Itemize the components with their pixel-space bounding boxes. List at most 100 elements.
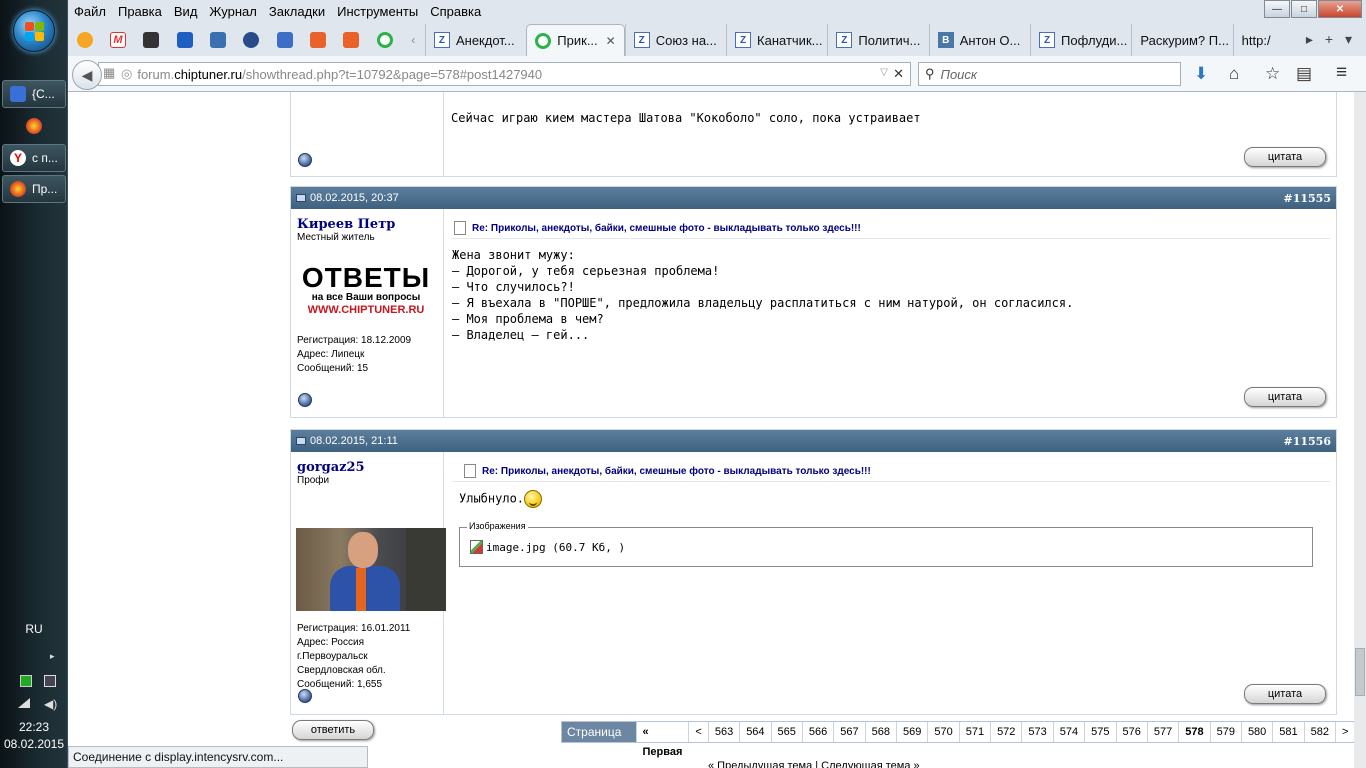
post-status-icon [296, 437, 306, 445]
post-number-link[interactable]: #11555 [1284, 192, 1332, 205]
minimize-button[interactable]: — [1264, 0, 1290, 18]
post-number-link[interactable]: #11556 [1284, 435, 1332, 448]
stop-icon[interactable]: ✕ [893, 66, 904, 82]
pinned-tab[interactable] [135, 24, 168, 56]
site-icon [310, 32, 327, 48]
page-link[interactable]: 572 [990, 722, 1021, 742]
scrollbar-thumb[interactable] [1355, 648, 1365, 696]
page-link[interactable]: 582 [1303, 722, 1335, 742]
url-dropdown-icon[interactable]: ▽ [880, 67, 888, 78]
home-icon[interactable]: ⌂ [1229, 64, 1239, 84]
taskbar-item-yandex[interactable]: Y с п... [2, 144, 66, 172]
page-link[interactable]: 576 [1115, 722, 1147, 742]
attachment-link[interactable]: image.jpg (60.7 Кб, ) [470, 540, 625, 554]
tab[interactable]: Раскурим? П... [1131, 24, 1232, 56]
tab[interactable]: B Антон О... [928, 24, 1030, 56]
page-link[interactable]: 564 [739, 722, 770, 742]
page-link[interactable]: 574 [1052, 722, 1084, 742]
menu-view[interactable]: Вид [174, 4, 198, 19]
online-status-icon [298, 393, 312, 407]
page-link[interactable]: 577 [1146, 722, 1178, 742]
menu-file[interactable]: Файл [74, 4, 106, 19]
language-indicator[interactable]: RU [0, 622, 68, 636]
quote-button[interactable]: цитата [1244, 147, 1326, 167]
page-next-link[interactable]: > [1335, 722, 1354, 742]
page-link[interactable]: 571 [958, 722, 990, 742]
close-window-button[interactable]: ✕ [1318, 0, 1362, 18]
reply-button[interactable]: ответить [292, 720, 374, 740]
reader-icon[interactable]: ▤ [1296, 64, 1312, 84]
tab[interactable]: Z Политич... [827, 24, 928, 56]
page-link[interactable]: 565 [770, 722, 802, 742]
tab[interactable]: Z Анекдот... [424, 24, 526, 56]
new-tab-button[interactable]: + [1325, 31, 1333, 48]
bookmark-star-icon[interactable]: ☆ [1265, 64, 1280, 84]
menu-help[interactable]: Справка [430, 4, 481, 19]
search-input[interactable]: ⚲ Поиск [918, 62, 1181, 86]
pinned-tab[interactable] [168, 24, 201, 56]
tab[interactable]: Z Союз на... [624, 24, 726, 56]
thread-navigation[interactable]: « Предыдущая тема | Следующая тема » [708, 760, 920, 768]
tray-clipboard-icon[interactable] [44, 675, 56, 687]
quote-button[interactable]: цитата [1244, 684, 1326, 704]
menu-edit[interactable]: Правка [118, 4, 162, 19]
page-link[interactable]: 581 [1272, 722, 1303, 742]
app-icon [10, 86, 26, 102]
ad-banner[interactable]: ОТВЕТЫ на все Ваши вопросы WWW.CHIPTUNER… [299, 264, 433, 324]
volume-icon[interactable]: ◀) [44, 698, 57, 710]
post-body: Re: Приколы, анекдоты, байки, смешные фо… [444, 452, 1336, 714]
maximize-button[interactable]: □ [1291, 0, 1317, 18]
page-scrollbar[interactable] [1354, 92, 1366, 768]
page-prev-link[interactable]: < [688, 722, 707, 742]
user-avatar[interactable] [296, 528, 446, 611]
tab[interactable]: http:/ [1232, 24, 1292, 56]
list-tabs-icon[interactable]: ▾ [1345, 31, 1352, 48]
pinned-tab[interactable] [335, 24, 368, 56]
username-link[interactable]: Киреев Петр [291, 209, 443, 232]
page-link[interactable]: 580 [1240, 722, 1272, 742]
pinned-tab[interactable] [301, 24, 334, 56]
page-link[interactable]: 569 [895, 722, 927, 742]
page-link[interactable]: 566 [801, 722, 833, 742]
clock[interactable]: 22:23 08.02.2015 [0, 719, 68, 753]
page-first-link[interactable]: « Первая [635, 722, 689, 758]
tab[interactable]: Z Пофлуди... [1030, 24, 1131, 56]
url-bar[interactable]: ▦ ◎ forum. chiptuner.ru/showthread.php?t=… [98, 62, 911, 86]
close-tab-icon[interactable]: ✕ [606, 34, 616, 48]
menu-tools[interactable]: Инструменты [337, 4, 418, 19]
pinned-tab[interactable]: M [101, 24, 134, 56]
tray-app-icon[interactable] [20, 675, 32, 687]
post: 08.02.2015, 21:11 #11556 gorgaz25 Профи … [290, 429, 1337, 715]
online-status-icon [298, 153, 312, 167]
menu-icon[interactable]: ≡ [1336, 62, 1347, 84]
page-link[interactable]: 573 [1021, 722, 1052, 742]
menu-bookmarks[interactable]: Закладки [269, 4, 325, 19]
page-link[interactable]: 575 [1084, 722, 1115, 742]
quote-button[interactable]: цитата [1244, 387, 1326, 407]
tab[interactable]: Z Канатчик... [726, 24, 827, 56]
page-link[interactable]: 563 [707, 722, 739, 742]
menu-history[interactable]: Журнал [209, 4, 256, 19]
back-button[interactable]: ◀ [72, 60, 102, 90]
page-link[interactable]: 579 [1209, 722, 1241, 742]
page-link[interactable]: 567 [833, 722, 864, 742]
username-link[interactable]: gorgaz25 [291, 452, 443, 475]
navigation-bar: ▦ ◎ forum. chiptuner.ru/showthread.php?t=… [68, 56, 1366, 92]
pinned-tab[interactable] [68, 24, 101, 56]
scroll-tabs-right-icon[interactable]: ▸ [1306, 31, 1313, 48]
tab-scroll-left-icon[interactable]: ‹ [401, 24, 425, 56]
pinned-tab[interactable] [201, 24, 234, 56]
network-icon[interactable] [18, 698, 30, 708]
page-link[interactable]: 570 [927, 722, 958, 742]
start-button[interactable] [13, 10, 55, 52]
tab-active[interactable]: Прик... ✕ [526, 24, 625, 56]
page-link[interactable]: 568 [864, 722, 896, 742]
taskbar-item-firefox-active[interactable]: Пр... [2, 175, 66, 203]
pinned-tab[interactable] [368, 24, 401, 56]
downloads-icon[interactable]: ⬇ [1194, 64, 1208, 84]
taskbar-item-firefox[interactable] [2, 112, 66, 140]
pinned-tab[interactable] [235, 24, 268, 56]
taskbar-item-app[interactable]: {C... [2, 80, 66, 108]
tray-expand-icon[interactable]: ▸ [50, 651, 55, 662]
pinned-tab[interactable] [268, 24, 301, 56]
